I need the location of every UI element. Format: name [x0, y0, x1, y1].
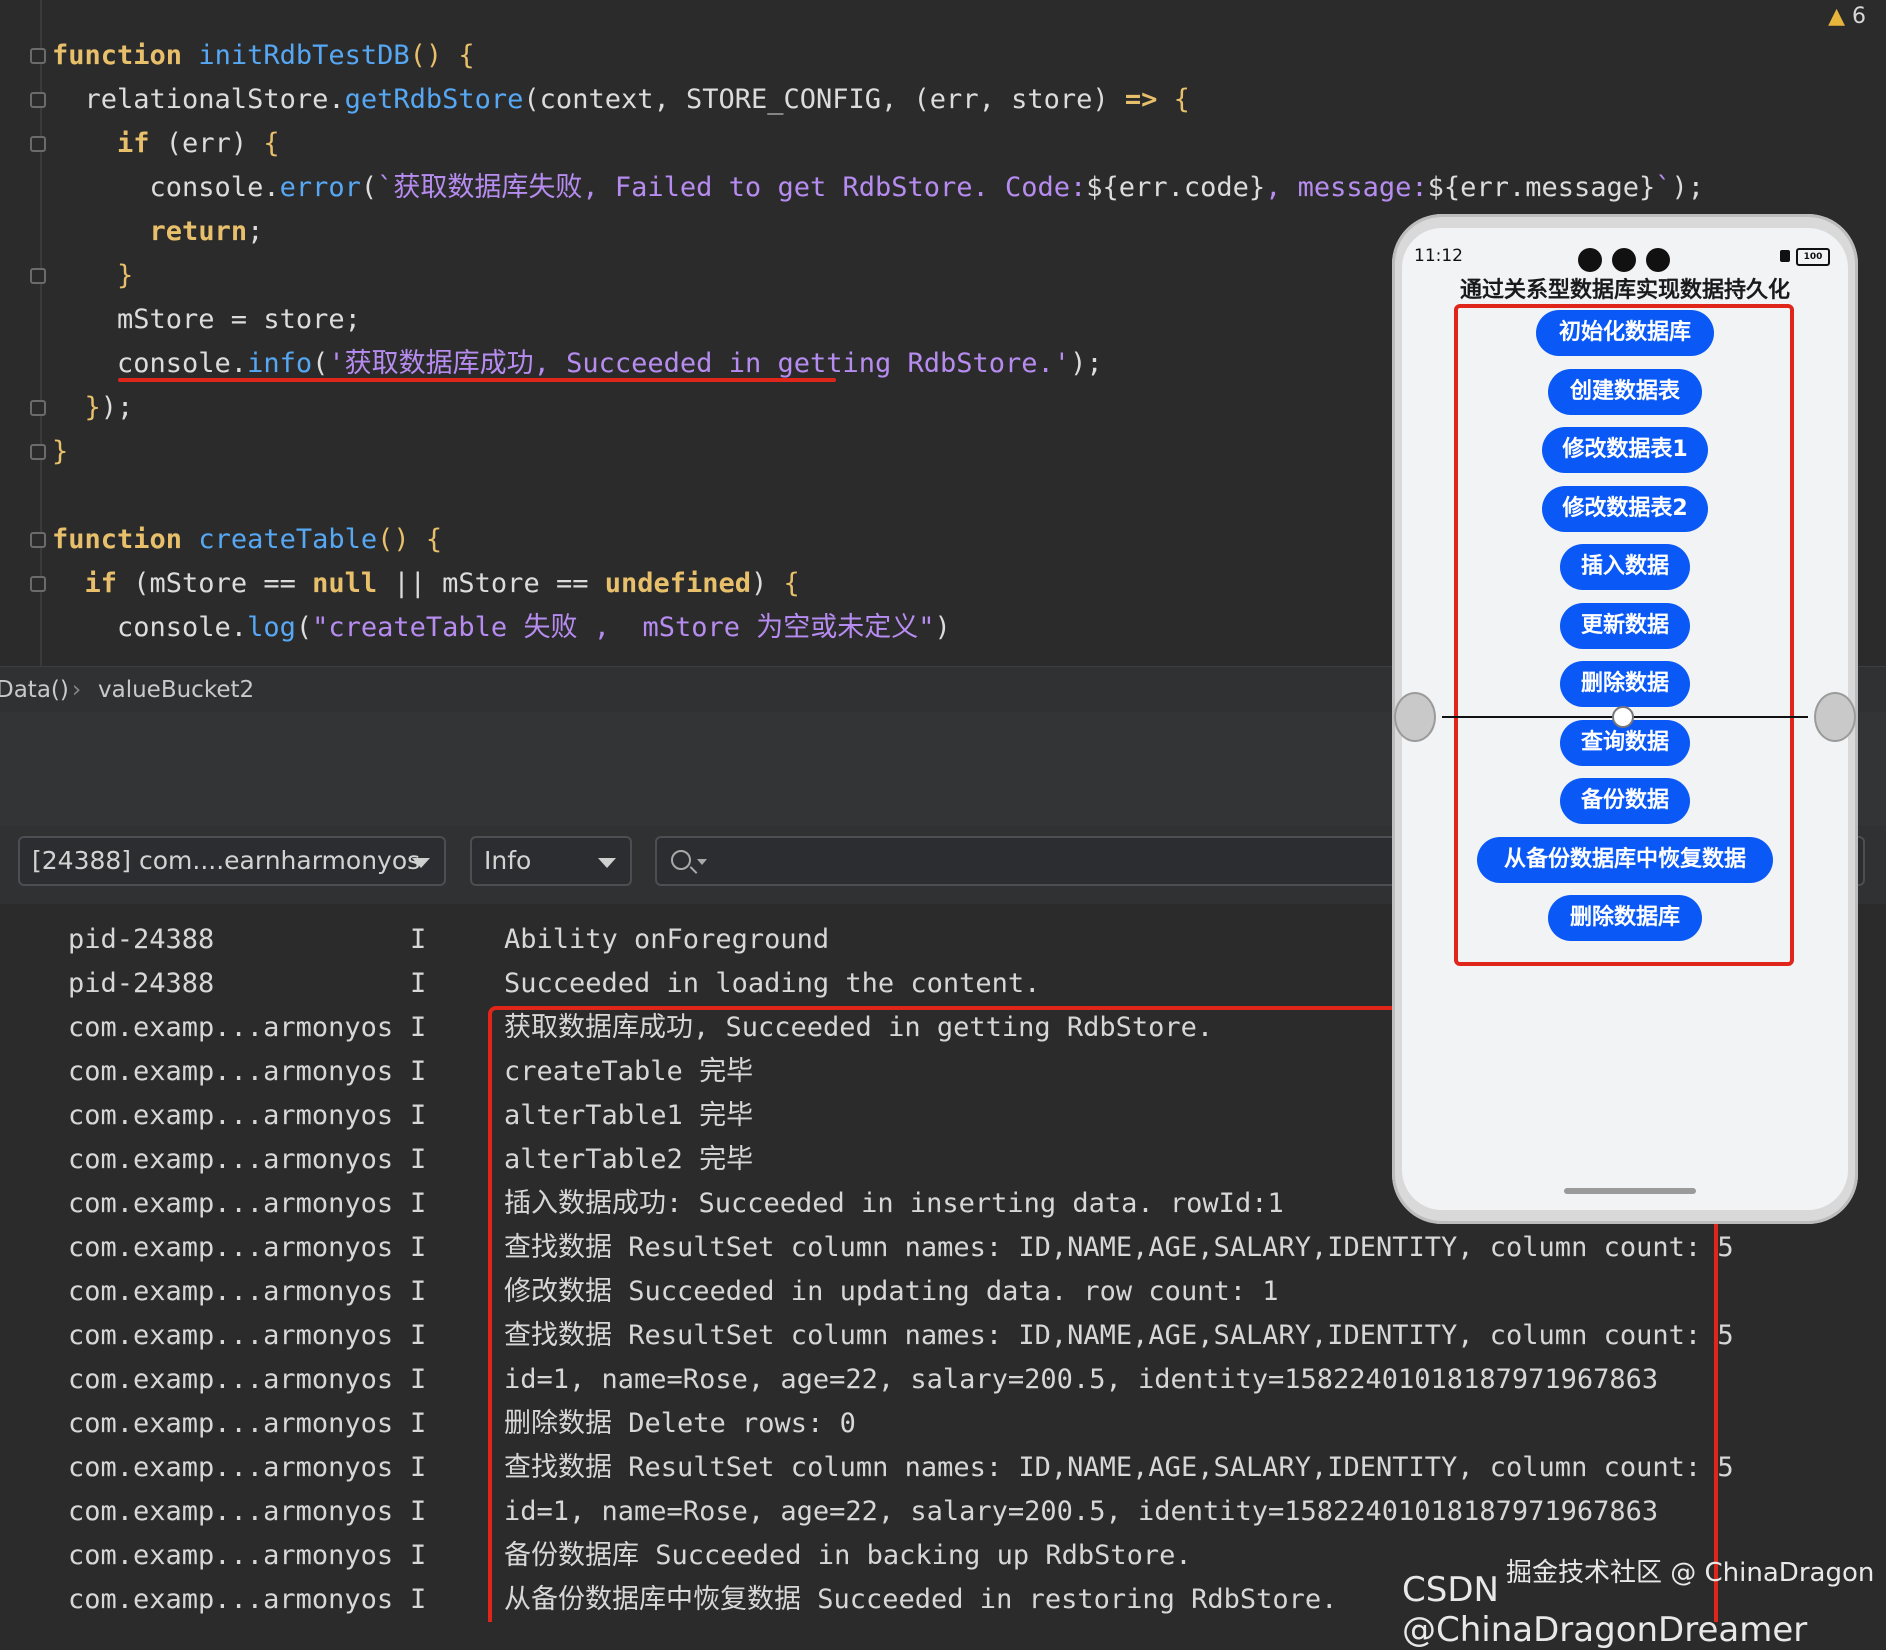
warning-count: 6 [1852, 4, 1866, 29]
fold-marker[interactable] [30, 268, 46, 284]
code-line: console.error(`获取数据库失败, Failed to get Rd… [52, 172, 1705, 203]
log-tag: com.examp...armonyos [68, 1144, 394, 1175]
log-level: I [410, 1452, 427, 1483]
breadcrumb-item-valuebucket2[interactable]: valueBucket2 [98, 677, 254, 703]
resize-handle-left[interactable] [1394, 692, 1436, 742]
log-level: I [410, 1232, 427, 1263]
breadcrumb-separator: › [72, 677, 82, 703]
process-select[interactable]: [24388] com....earnharmonyos [18, 836, 446, 886]
resize-handle-right[interactable] [1814, 692, 1856, 742]
log-level: I [410, 1056, 427, 1087]
log-level: I [410, 1496, 427, 1527]
code-line: function initRdbTestDB() { [52, 40, 475, 71]
code-line: }); [84, 392, 134, 423]
watermark-csdn: CSDN @ChinaDragonDreamer [1402, 1570, 1808, 1650]
chevron-down-icon [598, 858, 616, 868]
log-tag: com.examp...armonyos [68, 1496, 394, 1527]
code-line: if (err) { [117, 128, 280, 159]
app-button[interactable]: 删除数据 [1560, 661, 1690, 707]
breadcrumb-item-data[interactable]: Data() [0, 677, 69, 703]
app-button[interactable]: 初始化数据库 [1536, 310, 1714, 356]
log-level: I [410, 1276, 427, 1307]
log-level: I [410, 1188, 427, 1219]
log-tag: pid-24388 [68, 968, 215, 999]
app-button[interactable]: 修改数据表2 [1542, 485, 1708, 532]
code-line: relationalStore.getRdbStore(context, STO… [52, 84, 1190, 115]
log-tag: com.examp...armonyos [68, 1584, 394, 1615]
code-line: return; [149, 216, 264, 247]
editor-gutter [0, 0, 46, 666]
log-level: I [410, 1584, 427, 1615]
battery-icon: 100 [1796, 248, 1830, 266]
camera-icon [1646, 248, 1670, 272]
split-handle[interactable] [1612, 706, 1634, 728]
camera-icon [1578, 248, 1602, 272]
log-tag: com.examp...armonyos [68, 1320, 394, 1351]
log-tag: com.examp...armonyos [68, 1232, 394, 1263]
process-select-value: [24388] com....earnharmonyos [32, 846, 421, 875]
fold-marker[interactable] [30, 48, 46, 64]
app-button[interactable]: 删除数据库 [1548, 895, 1702, 941]
status-time: 11:12 [1414, 246, 1463, 266]
log-message: Ability onForeground [504, 924, 830, 955]
log-level: I [410, 924, 427, 955]
log-level: I [410, 1408, 427, 1439]
highlight-underline [118, 378, 836, 382]
fold-marker[interactable] [30, 532, 46, 548]
log-level: I [410, 968, 427, 999]
app-button[interactable]: 更新数据 [1560, 602, 1690, 649]
log-level: I [410, 1100, 427, 1131]
app-button[interactable]: 修改数据表1 [1542, 427, 1708, 473]
app-button[interactable]: 创建数据表 [1548, 368, 1702, 415]
app-button[interactable]: 从备份数据库中恢复数据 [1477, 836, 1773, 883]
warning-indicator[interactable]: ▲ 6 [1828, 4, 1866, 29]
log-tag: com.examp...armonyos [68, 1452, 394, 1483]
code-line: if (mStore == null || mStore == undefine… [84, 568, 800, 599]
code-line: function createTable() { [52, 524, 443, 555]
code-line: mStore = store; [52, 304, 361, 335]
log-tag: com.examp...armonyos [68, 1276, 394, 1307]
fold-marker[interactable] [30, 444, 46, 460]
fold-marker[interactable] [30, 576, 46, 592]
search-options-icon[interactable] [697, 859, 707, 865]
app-button[interactable]: 备份数据 [1560, 778, 1690, 824]
log-tag: com.examp...armonyos [68, 1056, 394, 1087]
fold-marker[interactable] [30, 136, 46, 152]
warning-icon: ▲ [1828, 4, 1845, 29]
code-line: } [117, 260, 134, 291]
log-tag: com.examp...armonyos [68, 1100, 394, 1131]
log-message: Succeeded in loading the content. [504, 968, 1041, 999]
log-tag: com.examp...armonyos [68, 1540, 394, 1571]
log-level: I [410, 1144, 427, 1175]
code-line: } [52, 436, 69, 467]
home-indicator[interactable] [1564, 1188, 1696, 1194]
fold-marker[interactable] [30, 400, 46, 416]
sim-icon [1780, 250, 1790, 262]
search-icon [671, 850, 691, 870]
log-level: I [410, 1540, 427, 1571]
log-level: I [410, 1012, 427, 1043]
log-tag: com.examp...armonyos [68, 1012, 394, 1043]
log-level-select[interactable]: Info [470, 836, 632, 886]
chevron-down-icon [412, 858, 430, 868]
log-level: I [410, 1364, 427, 1395]
camera-icon [1612, 248, 1636, 272]
app-title: 通过关系型数据库实现数据持久化 [1459, 278, 1790, 303]
log-tag: com.examp...armonyos [68, 1408, 394, 1439]
log-tag: pid-24388 [68, 924, 215, 955]
log-level: I [410, 1320, 427, 1351]
code-line: console.log("createTable 失败 , mStore 为空或… [52, 612, 951, 643]
log-level-value: Info [484, 846, 532, 875]
app-button[interactable]: 插入数据 [1560, 544, 1690, 590]
fold-marker[interactable] [30, 92, 46, 108]
log-tag: com.examp...armonyos [68, 1364, 394, 1395]
log-tag: com.examp...armonyos [68, 1188, 394, 1219]
